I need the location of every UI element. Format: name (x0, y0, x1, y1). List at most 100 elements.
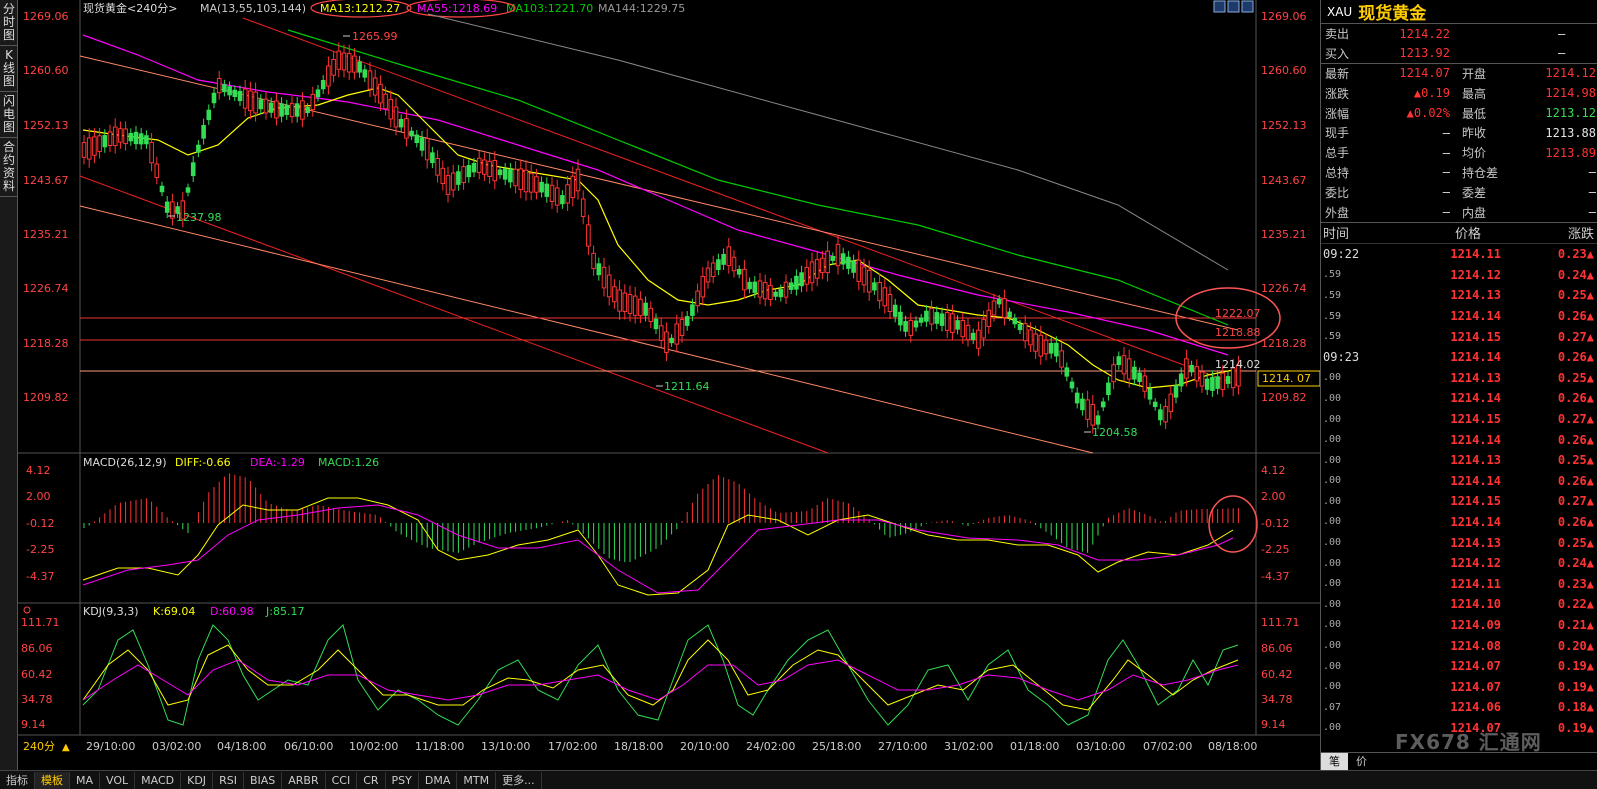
candle-body (492, 159, 498, 182)
tab-dma[interactable]: DMA (419, 771, 458, 789)
candle-body (757, 280, 763, 298)
tab-mtm[interactable]: MTM (457, 771, 497, 789)
tab-kline[interactable]: K线图 (0, 46, 18, 92)
settings-icon[interactable] (1227, 0, 1240, 13)
kdj-axis-label-right: 9.14 (1261, 718, 1286, 731)
high-annotation: 1265.99 (352, 30, 398, 43)
kdj-axis-label: 9.14 (21, 718, 46, 731)
tab-templates[interactable]: 模板 (35, 771, 70, 789)
tick-price: 1214.12 (1450, 556, 1501, 571)
tick-row: 09:22 1214.11 0.23▲ (1321, 244, 1597, 265)
zoom-icon[interactable] (1213, 0, 1226, 13)
candle-body (320, 80, 326, 90)
candle-body (1095, 415, 1101, 425)
tab-rsi[interactable]: RSI (213, 771, 244, 789)
candle-body (1022, 323, 1028, 342)
candle-body (1007, 311, 1012, 318)
candle-body (773, 291, 778, 297)
candle-body (1048, 343, 1054, 354)
candle-body (154, 163, 160, 179)
tab-arbr[interactable]: ARBR (282, 771, 326, 789)
tab-ma[interactable]: MA (70, 771, 101, 789)
close-icon[interactable] (1241, 0, 1254, 13)
quote-label-2: 委差 (1462, 185, 1487, 200)
candle-body (658, 325, 664, 341)
price-axis-label: 1243.67 (23, 174, 69, 187)
candle-body (248, 90, 253, 112)
ticks-header-price: 价格 (1454, 227, 1481, 243)
macd-axis-label: 4.12 (26, 464, 51, 477)
candle-body (424, 138, 430, 161)
low-annotation-2: 1211.64 (664, 380, 710, 393)
candle-body (1121, 355, 1127, 375)
candle-body (1074, 392, 1080, 404)
tick-time: 09:23 (1323, 350, 1360, 365)
tick-time: .00 (1323, 537, 1342, 549)
candle-body (986, 309, 992, 328)
time-axis-label: 07/02:00 (1143, 740, 1192, 753)
candle-body (419, 137, 425, 151)
kdj-label: KDJ(9,3,3) (83, 605, 139, 618)
tick-time: .00 (1323, 557, 1342, 569)
candle-body (679, 319, 685, 336)
kline-chart[interactable]: 现货黄金<240分> MA(13,55,103,144) MA13:1212.2… (18, 0, 1320, 770)
candle-body (1126, 358, 1132, 380)
quote-label: 总持 (1325, 165, 1350, 180)
candle-body (903, 321, 908, 332)
tab-more[interactable]: 更多... (496, 771, 542, 789)
quote-label-2: 昨收 (1462, 126, 1487, 141)
tick-change: 0.18▲ (1557, 700, 1594, 715)
tab-prices[interactable]: 价 (1348, 753, 1375, 770)
tick-list[interactable]: 09:22 1214.11 0.23▲ .59 1214.12 0.24▲ .59 1214.… (1321, 244, 1597, 738)
candle-body (851, 260, 856, 273)
tick-row: .00 1214.15 0.27▲ (1321, 491, 1597, 512)
candle-body (268, 102, 274, 113)
tick-time: .59 (1323, 310, 1342, 322)
candle-body (591, 252, 596, 270)
candle-body (206, 109, 212, 121)
candle-body (1147, 388, 1153, 400)
candle-body (196, 144, 201, 153)
period-dropdown-icon[interactable]: ▲ (62, 742, 70, 753)
candle-body (118, 128, 123, 143)
candle-body (684, 316, 690, 326)
tab-bias[interactable]: BIAS (244, 771, 283, 789)
period-label[interactable]: 240分 (23, 740, 55, 753)
quote-value: ▲0.02% (1406, 106, 1450, 121)
macd-axis-label: -2.25 (26, 543, 54, 556)
tick-row: .00 1214.11 0.23▲ (1321, 573, 1597, 594)
tick-change: 0.25▲ (1557, 535, 1594, 550)
candle-body (383, 93, 388, 110)
candle-body (445, 175, 451, 195)
candle-body (1168, 393, 1174, 413)
candle-body (1064, 367, 1070, 377)
tick-time: .00 (1323, 454, 1342, 466)
tab-indicators[interactable]: 指标 (0, 771, 35, 789)
candle-body (300, 100, 305, 120)
macd-axis-label-right: 2.00 (1261, 490, 1286, 503)
candle-body (825, 250, 830, 274)
candle-body (242, 88, 248, 109)
tab-vol[interactable]: VOL (100, 771, 136, 789)
candle-body (258, 99, 264, 110)
tab-cr[interactable]: CR (357, 771, 386, 789)
candle-body (476, 157, 482, 174)
candle-body (1059, 350, 1064, 368)
tab-psy[interactable]: PSY (386, 771, 419, 789)
tab-cci[interactable]: CCI (326, 771, 358, 789)
tab-macd[interactable]: MACD (135, 771, 182, 789)
candle-body (622, 292, 628, 312)
candle-body (159, 185, 165, 193)
candle-body (430, 152, 435, 164)
tab-flash-chart[interactable]: 闪电图 (0, 92, 18, 138)
tab-contract-info[interactable]: 合约资料 (0, 138, 18, 197)
watermark-logo: FX678 汇通网 (1395, 730, 1542, 754)
price-axis-label-right: 1269.06 (1261, 10, 1307, 23)
tab-kdj[interactable]: KDJ (181, 771, 214, 789)
candle-body (643, 302, 648, 316)
candle-body (352, 55, 357, 73)
quote-row: 外盘 — 内盘 — (1321, 202, 1597, 222)
tab-timeshare[interactable]: 分时图 (0, 0, 18, 46)
tab-ticks[interactable]: 笔 (1321, 753, 1348, 770)
candle-body (513, 168, 518, 187)
